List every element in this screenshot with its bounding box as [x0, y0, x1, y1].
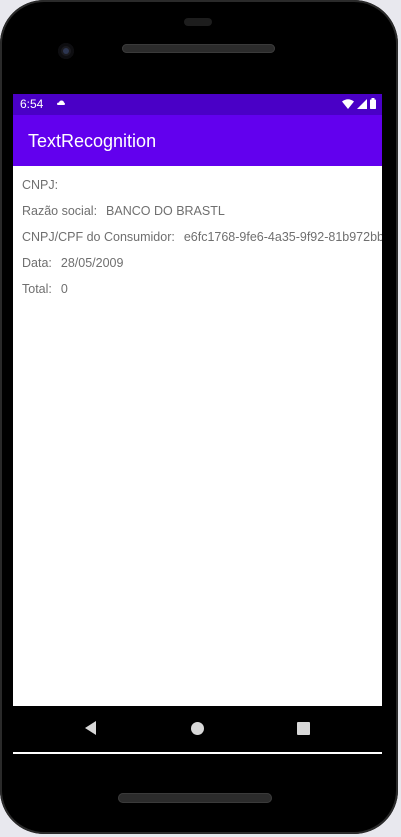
top-speaker — [122, 44, 275, 53]
field-total: Total: 0 — [22, 282, 68, 296]
field-cnpj-label: CNPJ: — [22, 178, 59, 192]
sensor — [184, 18, 212, 26]
field-cnpj-cpf-consumidor-label: CNPJ/CPF do Consumidor: — [22, 230, 175, 244]
navigation-bar — [13, 706, 382, 752]
field-total-value: 0 — [60, 282, 68, 296]
home-icon[interactable] — [191, 722, 204, 735]
phone-frame: 6:54 TextRecognition CNPJ: Razão social:… — [0, 0, 398, 834]
field-data-value: 28/05/2009 — [60, 256, 124, 270]
status-icons — [342, 98, 376, 112]
field-razao-social-label: Razão social: — [22, 204, 98, 218]
field-cnpj-cpf-consumidor-value: e6fc1768-9fe6-4a35-9f92-81b972bb — [183, 230, 382, 244]
signal-icon — [357, 98, 367, 112]
app-title: TextRecognition — [28, 131, 157, 151]
app-bar: TextRecognition — [13, 115, 382, 166]
recents-icon[interactable] — [297, 722, 310, 735]
front-camera — [58, 43, 74, 59]
field-total-label: Total: — [22, 282, 52, 296]
status-bar: 6:54 — [13, 94, 382, 115]
field-razao-social: Razão social: BANCO DO BRASTL — [22, 204, 225, 218]
wifi-icon — [342, 98, 354, 112]
field-data: Data: 28/05/2009 — [22, 256, 123, 270]
status-time: 6:54 — [20, 97, 44, 111]
back-icon[interactable] — [85, 721, 96, 735]
field-cnpj: CNPJ: — [22, 178, 67, 192]
screen: 6:54 TextRecognition CNPJ: Razão social:… — [13, 94, 382, 754]
field-data-label: Data: — [22, 256, 52, 270]
battery-icon — [370, 98, 376, 112]
field-cnpj-cpf-consumidor: CNPJ/CPF do Consumidor: e6fc1768-9fe6-4a3… — [22, 230, 382, 244]
cloud-icon — [57, 98, 65, 108]
field-razao-social-value: BANCO DO BRASTL — [106, 204, 225, 218]
bottom-speaker — [118, 793, 272, 803]
